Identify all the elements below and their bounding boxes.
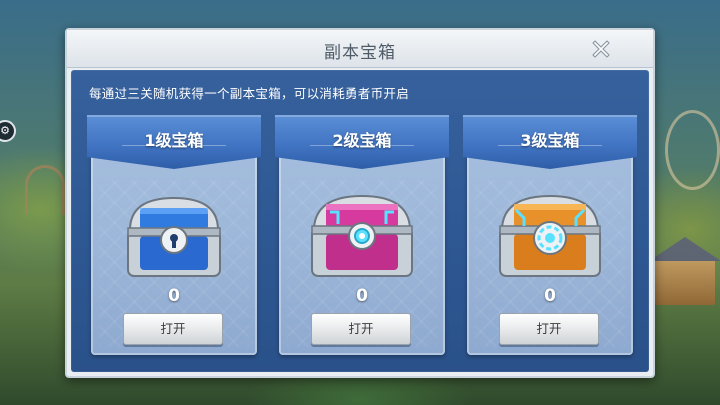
blue-chest-icon	[120, 190, 228, 282]
chest-description: 每通过三关随机获得一个副本宝箱，可以消耗勇者币开启	[89, 86, 410, 101]
dungeon-chest-dialog: 副本宝箱 每通过三关随机获得一个副本宝箱，可以消耗勇者币开启 1级宝箱 0 打开…	[65, 28, 655, 378]
background-ferris-wheel	[665, 110, 720, 190]
orange-chest-icon	[496, 190, 604, 282]
dialog-title: 副本宝箱	[324, 43, 396, 63]
chest-card-title: 1级宝箱	[144, 131, 204, 150]
chest-card-level-2: 2级宝箱 0 打开	[275, 115, 449, 355]
chest-panel: 每通过三关随机获得一个副本宝箱，可以消耗勇者币开启 1级宝箱 0 打开 2级宝箱…	[71, 70, 649, 372]
close-icon[interactable]	[589, 37, 613, 61]
background-arch	[25, 165, 65, 215]
chest-card-level-3: 3级宝箱 0 打开	[463, 115, 637, 355]
chest-count: 0	[356, 286, 368, 306]
chest-count: 0	[544, 286, 556, 306]
chest-card-title: 3级宝箱	[520, 131, 580, 150]
open-chest-button[interactable]: 打开	[123, 313, 223, 345]
background-house	[655, 255, 715, 305]
dialog-title-bar: 副本宝箱	[67, 30, 653, 68]
chest-count: 0	[168, 286, 180, 306]
open-chest-button[interactable]: 打开	[311, 313, 411, 345]
chest-card-level-1: 1级宝箱 0 打开	[87, 115, 261, 355]
pink-chest-icon	[308, 190, 416, 282]
chest-card-title: 2级宝箱	[332, 131, 392, 150]
open-chest-button[interactable]: 打开	[499, 313, 599, 345]
